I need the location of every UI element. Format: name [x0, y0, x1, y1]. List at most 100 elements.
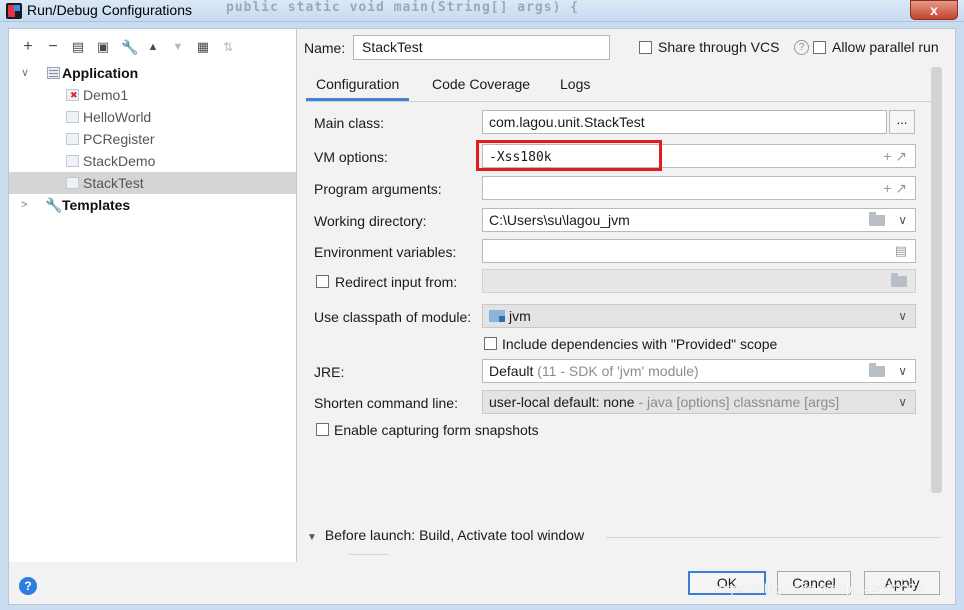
tree-node-label: Templates	[62, 197, 131, 213]
chevron-down-icon[interactable]: ∨	[21, 62, 29, 84]
tree-item-label: StackTest	[83, 175, 144, 191]
watermark: https://blog.csdn.net/qq_42082278	[715, 581, 925, 596]
tree-toolbar: + − ▤ ▣ 🔧 ▲ ▼ ▦ ⇅	[21, 37, 235, 57]
working-directory-value: C:\Users\su\lagou_jvm	[489, 212, 630, 228]
environment-variables-label: Environment variables:	[314, 244, 457, 260]
chevron-down-icon[interactable]: ▼	[307, 532, 317, 543]
tree-item-label: StackDemo	[83, 153, 156, 169]
environment-variables-field[interactable]: ▤	[482, 239, 916, 263]
include-dependencies-label: Include dependencies with "Provided" sco…	[502, 336, 778, 352]
tree-item-demo1[interactable]: Demo1	[9, 84, 296, 106]
form-snapshots-checkbox[interactable]	[316, 423, 329, 436]
close-icon: x	[930, 2, 938, 18]
folder-icon[interactable]	[869, 212, 885, 226]
before-launch-label: Before launch: Build, Activate tool wind…	[324, 527, 585, 543]
config-error-icon	[66, 84, 79, 106]
intellij-app-icon	[6, 3, 22, 19]
name-label: Name:	[304, 40, 346, 56]
chevron-down-icon: ∨	[898, 309, 907, 323]
folder-icon[interactable]: ▦	[196, 38, 210, 56]
configurations-tree: ∨ Application Demo1 HelloWorld PCRegiste…	[9, 62, 296, 216]
form-scrollbar[interactable]	[931, 67, 942, 493]
include-dependencies-checkbox[interactable]	[484, 337, 497, 350]
remove-icon[interactable]: −	[46, 38, 60, 56]
shorten-command-line-select[interactable]: user-local default: none - java [options…	[482, 390, 916, 414]
folder-icon	[891, 273, 907, 287]
move-down-icon[interactable]: ▼	[171, 38, 185, 56]
jre-field[interactable]: Default (11 - SDK of 'jvm' module) ∨	[482, 359, 916, 383]
jre-value: Default	[489, 363, 534, 379]
config-icon	[66, 133, 79, 145]
shorten-command-line-note: - java [options] classname [args]	[638, 394, 840, 410]
share-vcs-label: Share through VCS	[658, 39, 780, 55]
wrench-icon: 🔧	[45, 197, 63, 213]
allow-parallel-label: Allow parallel run	[832, 39, 939, 55]
allow-parallel-checkbox[interactable]	[813, 41, 826, 54]
sort-icon[interactable]: ⇅	[221, 38, 235, 56]
share-vcs-checkbox[interactable]	[639, 41, 652, 54]
program-arguments-field[interactable]: + ↗	[482, 176, 916, 200]
folder-icon[interactable]	[869, 363, 885, 377]
tree-item-label: HelloWorld	[83, 109, 152, 125]
wrench-icon[interactable]: 🔧	[121, 38, 138, 56]
expand-icon[interactable]: + ↗	[883, 145, 907, 167]
tab-logs[interactable]: Logs	[550, 67, 600, 101]
tree-node-label: Application	[62, 65, 139, 81]
module-icon	[489, 310, 505, 322]
tab-code-coverage[interactable]: Code Coverage	[422, 67, 540, 101]
close-button[interactable]: x	[910, 0, 958, 20]
working-directory-label: Working directory:	[314, 213, 427, 229]
help-icon[interactable]: ?	[794, 40, 809, 55]
tree-item-pcregister[interactable]: PCRegister	[9, 128, 296, 150]
main-class-label: Main class:	[314, 115, 385, 131]
chevron-down-icon[interactable]: ∨	[898, 360, 907, 382]
chevron-down-icon[interactable]: ∨	[898, 209, 907, 231]
redirect-input-checkbox[interactable]	[316, 275, 329, 288]
shorten-command-line-label: Shorten command line:	[314, 395, 458, 411]
chevron-right-icon[interactable]: >	[21, 194, 27, 216]
form-snapshots-label: Enable capturing form snapshots	[334, 422, 539, 438]
application-icon	[47, 67, 60, 79]
classpath-module-select[interactable]: jvm ∨	[482, 304, 916, 328]
configurations-tree-panel: + − ▤ ▣ 🔧 ▲ ▼ ▦ ⇅ ∨ Application Demo1 He…	[9, 29, 297, 562]
browse-class-button[interactable]: ...	[889, 110, 915, 134]
edit-env-icon[interactable]: ▤	[895, 240, 907, 262]
background-code-text: public static void main(String[] args) {	[226, 0, 580, 15]
vm-options-label: VM options:	[314, 149, 388, 165]
help-icon[interactable]: ?	[19, 577, 37, 595]
config-icon	[66, 177, 79, 189]
tree-item-stacktest[interactable]: StackTest	[9, 172, 296, 194]
move-up-icon[interactable]: ▲	[146, 38, 160, 56]
window-title: Run/Debug Configurations	[27, 2, 192, 18]
tree-item-stackdemo[interactable]: StackDemo	[9, 150, 296, 172]
before-launch-section[interactable]: ▼ Before launch: Build, Activate tool win…	[307, 527, 584, 543]
chevron-down-icon: ∨	[898, 395, 907, 409]
working-directory-field[interactable]: C:\Users\su\lagou_jvm ∨	[482, 208, 916, 232]
shorten-command-line-value: user-local default: none	[489, 394, 635, 410]
main-class-field[interactable]: com.lagou.unit.StackTest	[482, 110, 887, 134]
run-debug-dialog: + − ▤ ▣ 🔧 ▲ ▼ ▦ ⇅ ∨ Application Demo1 He…	[8, 28, 956, 605]
redirect-input-label: Redirect input from:	[335, 274, 458, 290]
before-launch-divider	[606, 537, 941, 538]
vm-options-highlight	[476, 140, 662, 171]
program-arguments-label: Program arguments:	[314, 181, 442, 197]
before-launch-subdivider	[349, 554, 389, 555]
classpath-module-label: Use classpath of module:	[314, 309, 472, 325]
copy-icon[interactable]: ▤	[71, 38, 85, 56]
tree-node-application[interactable]: ∨ Application	[9, 62, 296, 84]
title-bar: Run/Debug Configurations public static v…	[0, 0, 964, 22]
classpath-module-value: jvm	[509, 308, 531, 324]
jre-note: (11 - SDK of 'jvm' module)	[537, 363, 699, 379]
save-icon[interactable]: ▣	[96, 38, 110, 56]
config-icon	[66, 155, 79, 167]
config-icon	[66, 111, 79, 123]
name-input[interactable]: StackTest	[353, 35, 610, 60]
tree-item-helloworld[interactable]: HelloWorld	[9, 106, 296, 128]
add-icon[interactable]: +	[21, 38, 35, 56]
tree-item-label: Demo1	[83, 87, 129, 103]
expand-icon[interactable]: + ↗	[883, 177, 907, 199]
tree-item-label: PCRegister	[83, 131, 155, 147]
tree-node-templates[interactable]: > 🔧 Templates	[9, 194, 296, 216]
tab-configuration[interactable]: Configuration	[306, 67, 410, 101]
jre-label: JRE:	[314, 364, 345, 380]
